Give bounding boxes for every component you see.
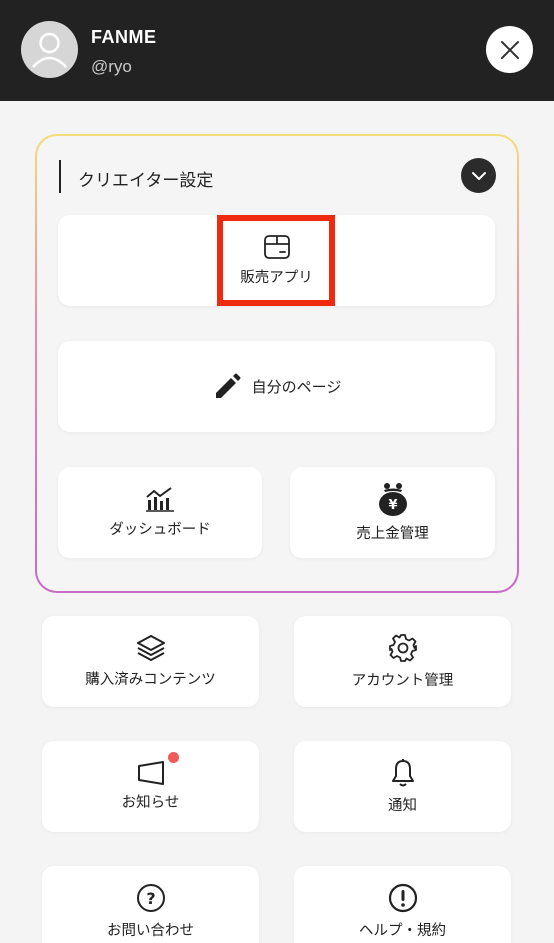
gear-icon [388,634,417,662]
purchased-contents-label: 購入済みコンテンツ [85,672,216,688]
contact-button[interactable]: ? お問い合わせ [42,866,259,943]
svg-text:?: ? [146,889,155,908]
announcements-button[interactable]: お知らせ [42,741,259,832]
sales-money-button[interactable]: ¥ 売上金管理 [290,467,495,558]
bell-icon [391,759,414,787]
help-terms-button[interactable]: ヘルプ・規約 [294,866,511,943]
dashboard-label: ダッシュボード [109,522,211,538]
sales-money-label: 売上金管理 [356,526,429,542]
my-page-button[interactable]: 自分のページ [58,341,495,432]
announcements-label: お知らせ [121,795,180,811]
my-page-label: 自分のページ [251,378,342,396]
svg-text:¥: ¥ [388,498,397,513]
notifications-label: 通知 [388,798,417,814]
username: FANME [91,27,157,47]
notifications-button[interactable]: 通知 [294,741,511,832]
close-button[interactable] [486,26,533,73]
user-avatar-icon[interactable] [21,21,78,78]
chart-icon [146,487,174,512]
collapse-button[interactable] [461,158,496,193]
megaphone-icon [137,761,164,785]
highlight-box [217,215,335,306]
user-handle: @ryo [91,57,132,76]
notification-badge [168,752,179,763]
help-terms-label: ヘルプ・規約 [359,923,446,939]
chevron-down-icon [471,171,486,180]
close-icon [500,40,519,59]
profile-header: FANME @ryo [0,0,554,101]
exclamation-icon [388,883,417,913]
account-management-button[interactable]: アカウント管理 [294,616,511,707]
pencil-icon [215,373,241,398]
layers-icon [136,635,165,661]
dashboard-button[interactable]: ダッシュボード [58,467,262,558]
contact-label: お問い合わせ [107,923,194,939]
section-accent-bar [59,160,61,193]
section-title: クリエイター設定 [78,171,214,191]
money-bag-icon: ¥ [378,483,407,516]
account-management-label: アカウント管理 [351,673,454,689]
question-icon: ? [136,884,165,912]
purchased-contents-button[interactable]: 購入済みコンテンツ [42,616,259,707]
